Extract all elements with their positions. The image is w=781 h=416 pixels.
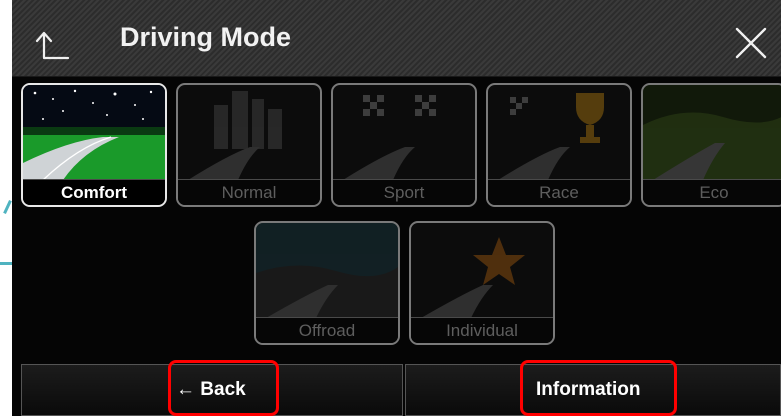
up-arrow-icon[interactable] — [34, 26, 70, 62]
mode-label-offroad: Offroad — [256, 317, 398, 343]
mode-tile-eco[interactable]: Eco — [641, 83, 781, 207]
mode-label-race: Race — [488, 179, 630, 205]
mode-tile-individual[interactable]: Individual — [409, 221, 555, 345]
mode-tile-sport[interactable]: Sport — [331, 83, 477, 207]
highlight-information — [520, 360, 677, 416]
highlight-back — [168, 360, 279, 416]
mode-label-individual: Individual — [411, 317, 553, 343]
page-title: Driving Mode — [120, 22, 292, 52]
decorative-line — [0, 262, 12, 265]
mode-label-sport: Sport — [333, 179, 475, 205]
header-bar: Driving Mode — [12, 0, 781, 77]
mode-tile-comfort[interactable]: Comfort — [21, 83, 167, 207]
driving-mode-screen: Driving Mode Comfort Normal Sport Race E… — [12, 0, 781, 416]
close-icon[interactable] — [734, 26, 768, 60]
mode-label-eco: Eco — [643, 179, 781, 205]
mode-tile-race[interactable]: Race — [486, 83, 632, 207]
mode-tile-offroad[interactable]: Offroad — [254, 221, 400, 345]
mode-label-normal: Normal — [178, 179, 320, 205]
mode-label-comfort: Comfort — [23, 179, 165, 205]
mode-tile-normal[interactable]: Normal — [176, 83, 322, 207]
